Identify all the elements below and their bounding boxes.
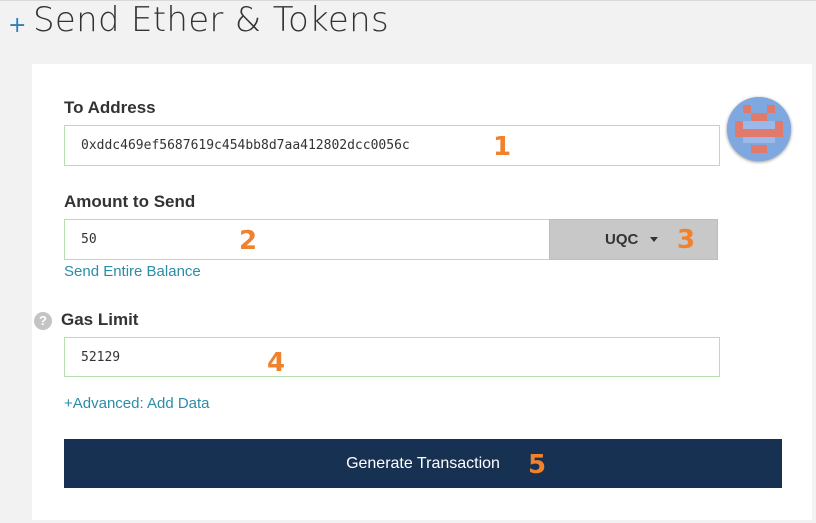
gas-limit-input[interactable]: 52129 <box>64 337 720 377</box>
amount-input[interactable]: 50 <box>64 219 550 260</box>
generate-transaction-label: Generate Transaction <box>346 454 500 472</box>
page-title: Send Ether & Tokens <box>33 0 389 40</box>
gas-limit-label: Gas Limit <box>61 310 139 329</box>
annotation-3: 3 <box>677 225 696 255</box>
token-select-label: UQC <box>605 231 639 248</box>
identicon-icon <box>727 97 791 161</box>
generate-transaction-button[interactable]: Generate Transaction <box>64 439 782 488</box>
to-address-input[interactable]: 0xddc469ef5687619c454bb8d7aa412802dcc005… <box>64 125 720 166</box>
address-identicon-avatar <box>727 97 791 161</box>
send-entire-balance-link[interactable]: Send Entire Balance <box>64 263 201 280</box>
plus-icon[interactable]: + <box>8 15 26 37</box>
annotation-4: 4 <box>267 348 286 378</box>
annotation-1: 1 <box>493 132 512 162</box>
advanced-add-data-link[interactable]: +Advanced: Add Data <box>64 395 210 412</box>
annotation-5: 5 <box>528 450 547 480</box>
help-icon[interactable]: ? <box>34 312 52 330</box>
annotation-2: 2 <box>239 226 258 256</box>
to-address-label: To Address <box>64 98 156 117</box>
amount-label: Amount to Send <box>64 192 196 211</box>
caret-down-icon <box>650 237 659 242</box>
